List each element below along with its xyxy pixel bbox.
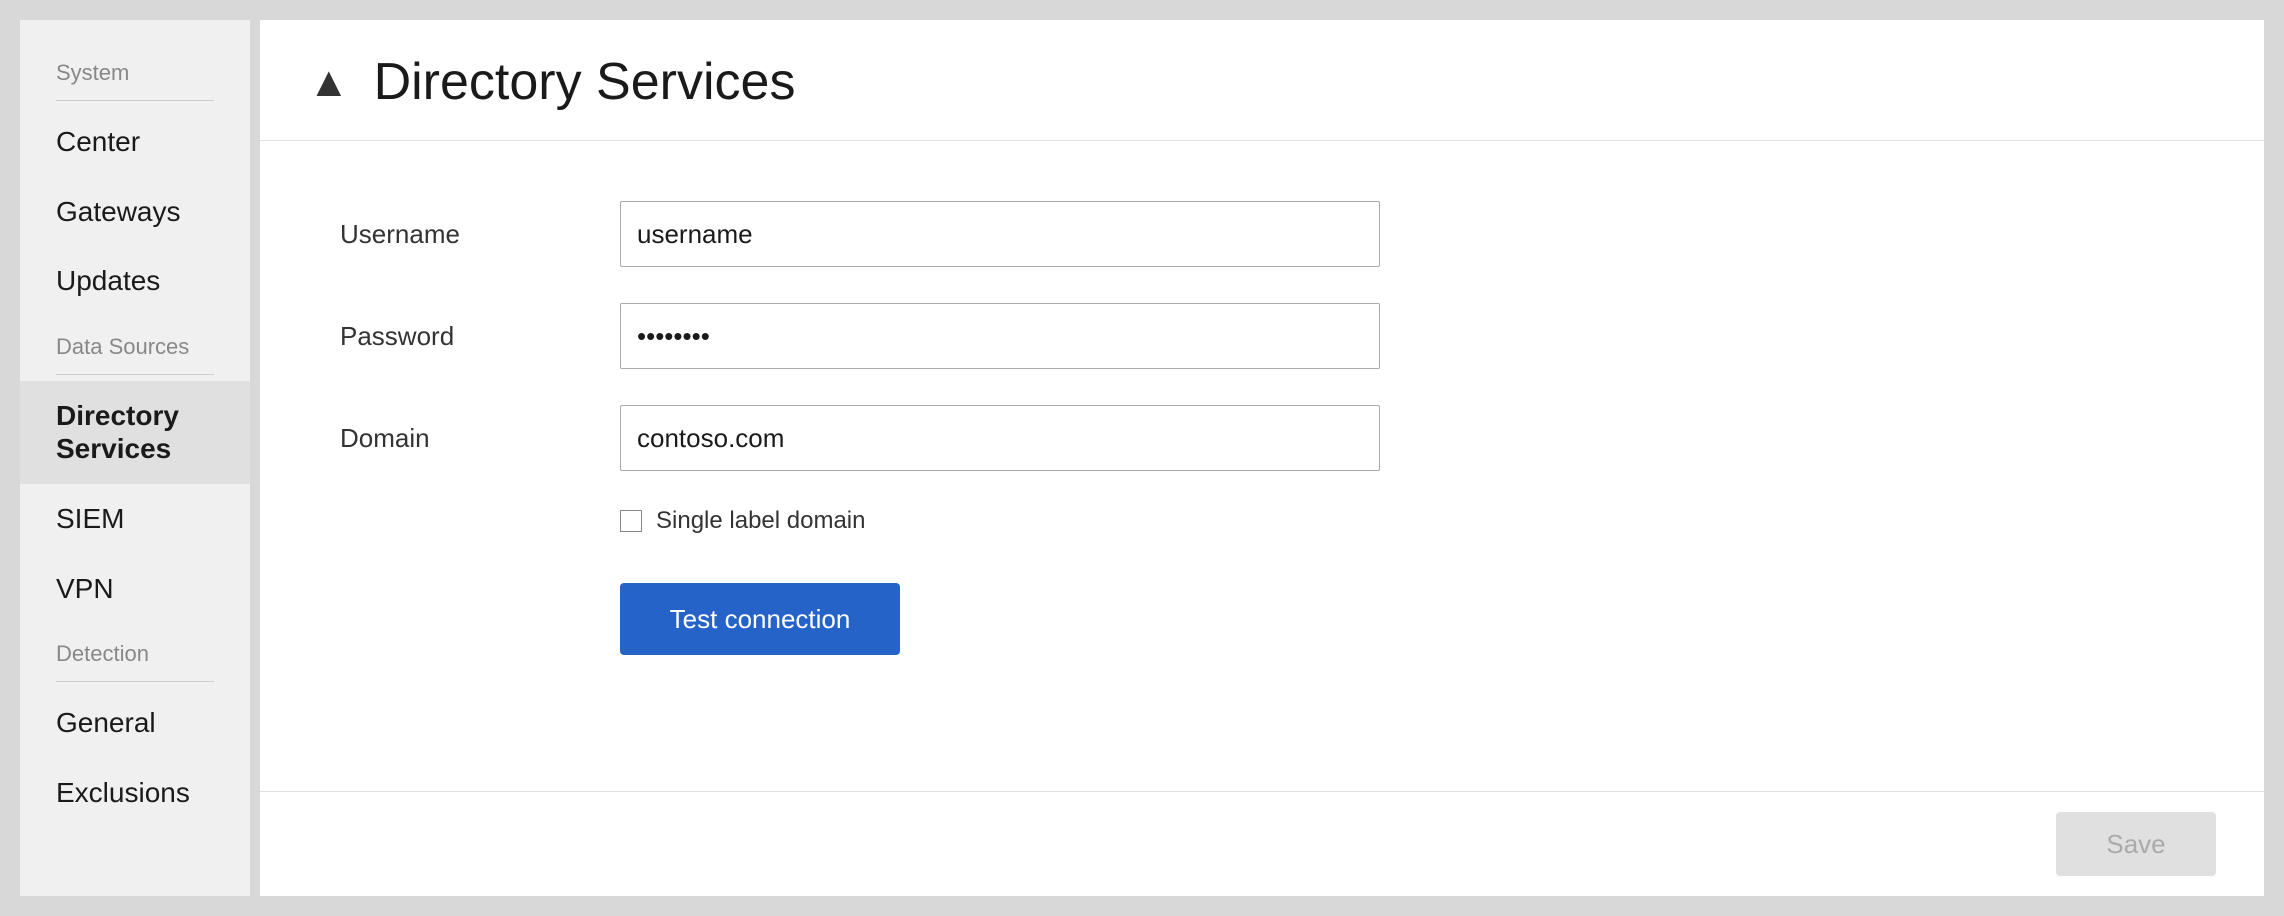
domain-row: Domain [340,405,2184,471]
single-label-checkbox[interactable] [620,510,642,532]
sidebar-item-siem[interactable]: SIEM [20,484,250,554]
password-input[interactable] [620,303,1380,369]
single-label-row: Single label domain [620,507,2184,535]
system-divider [56,100,214,101]
page-title: Directory Services [374,52,796,112]
app-container: System Center Gateways Updates Data Sour… [0,0,2284,916]
footer-bar: Save [260,791,2264,896]
test-connection-button[interactable]: Test connection [620,583,900,655]
username-input[interactable] [620,201,1380,267]
main-content: ▲ Directory Services Username Password D… [260,20,2264,896]
domain-input[interactable] [620,405,1380,471]
data-sources-divider [56,374,214,375]
system-section-label: System [20,50,250,94]
sidebar-item-gateways[interactable]: Gateways [20,177,250,247]
save-button[interactable]: Save [2056,812,2216,876]
detection-section-label: Detection [20,623,250,675]
username-label: Username [340,219,620,250]
warning-icon: ▲ [308,61,350,103]
password-row: Password [340,303,2184,369]
detection-divider [56,681,214,682]
form-area: Username Password Domain Single label do… [260,141,2264,791]
sidebar: System Center Gateways Updates Data Sour… [20,20,250,896]
sidebar-item-center[interactable]: Center [20,107,250,177]
password-label: Password [340,321,620,352]
page-header: ▲ Directory Services [260,20,2264,141]
sidebar-item-directory-services[interactable]: Directory Services [20,381,250,484]
sidebar-item-updates[interactable]: Updates [20,246,250,316]
data-sources-section-label: Data Sources [20,316,250,368]
domain-label: Domain [340,423,620,454]
sidebar-item-exclusions[interactable]: Exclusions [20,758,250,828]
sidebar-item-vpn[interactable]: VPN [20,554,250,624]
username-row: Username [340,201,2184,267]
single-label-text: Single label domain [656,507,865,535]
sidebar-item-general[interactable]: General [20,688,250,758]
